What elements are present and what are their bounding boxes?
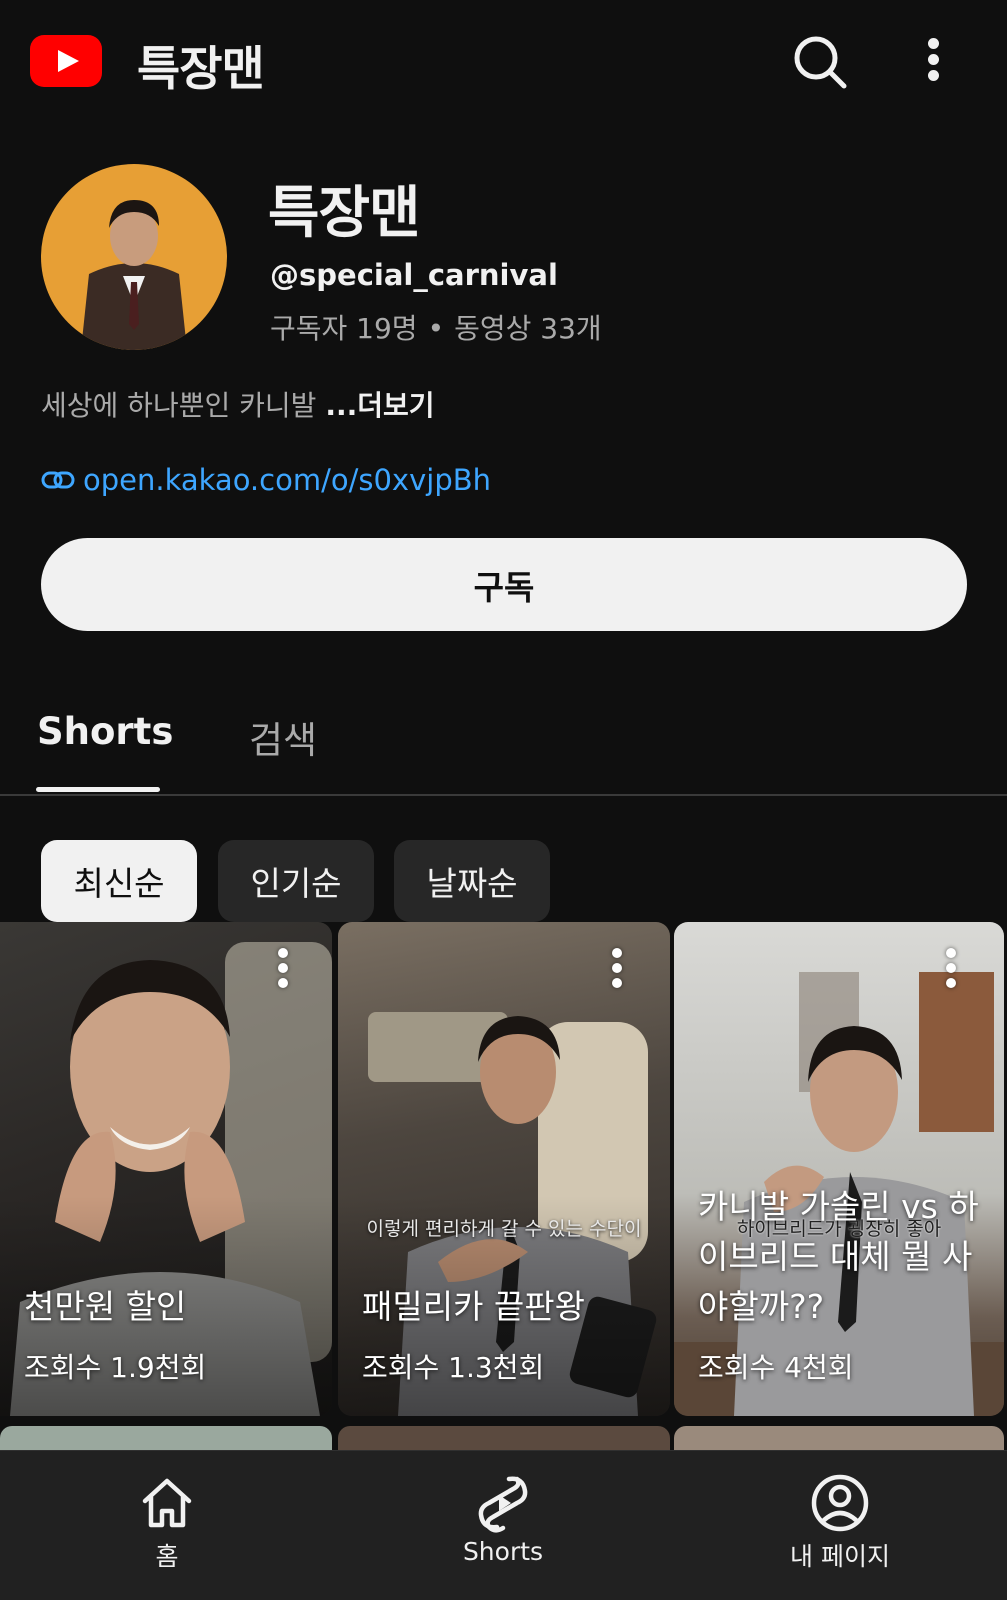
account-icon (811, 1474, 869, 1532)
chip-latest[interactable]: 최신순 (41, 840, 197, 922)
nav-shorts[interactable]: Shorts (403, 1473, 603, 1566)
short-card[interactable]: 이렇게 편리하게 갈 수 있는 수단이 패밀리카 끝판왕 조회수 1.3천회 (338, 922, 670, 1416)
more-vert-icon[interactable] (610, 948, 624, 992)
short-views: 조회수 1.9천회 (24, 1351, 207, 1384)
nav-home-label: 홈 (155, 1542, 179, 1571)
chip-popular[interactable]: 인기순 (218, 840, 374, 922)
home-icon (142, 1478, 192, 1528)
tab-shorts[interactable]: Shorts (37, 710, 173, 753)
short-caption: 이렇게 편리하게 갈 수 있는 수단이 (366, 1218, 642, 1240)
channel-avatar (41, 164, 227, 350)
bottom-navigation: 홈 Shorts 내 페이지 (0, 1450, 1007, 1600)
channel-name: 특장맨 (268, 181, 421, 246)
channel-tabs: Shorts 검색 (0, 690, 1007, 796)
shorts-icon (478, 1476, 528, 1533)
nav-my-page-label: 내 페이지 (790, 1542, 890, 1571)
channel-stats: 구독자 19명 • 동영상 33개 (270, 307, 602, 347)
channel-link[interactable]: open.kakao.com/o/s0xvjpBh (41, 463, 491, 497)
description-text: 세상에 하나뿐인 카니발 (41, 389, 326, 422)
short-title: 카니발 가솔린 vs 하이브리드 대체 뭘 사야할까?? (698, 1187, 979, 1326)
channel-link-text[interactable]: open.kakao.com/o/s0xvjpBh (83, 463, 491, 497)
nav-home[interactable]: 홈 (67, 1473, 267, 1573)
channel-handle: @special_carnival (270, 258, 558, 292)
video-count: 동영상 33개 (454, 312, 602, 345)
short-card[interactable]: 하이브리드가 굉장히 좋아 카니발 가솔린 vs 하이브리드 대체 뭘 사야할까… (674, 922, 1004, 1416)
nav-my-page[interactable]: 내 페이지 (740, 1473, 940, 1573)
chip-oldest[interactable]: 날짜순 (394, 840, 550, 922)
youtube-logo-icon[interactable] (30, 35, 102, 87)
top-bar-title: 특장맨 (137, 42, 265, 97)
short-title: 천만원 할인 (24, 1287, 187, 1326)
more-vert-icon[interactable] (276, 948, 290, 992)
active-tab-indicator (36, 787, 160, 792)
short-views: 조회수 1.3천회 (362, 1351, 545, 1384)
channel-description[interactable]: 세상에 하나뿐인 카니발 ...더보기 (41, 384, 435, 424)
short-views: 조회수 4천회 (698, 1351, 854, 1384)
link-icon (41, 471, 75, 489)
short-title: 패밀리카 끝판왕 (362, 1287, 586, 1326)
more-vert-icon[interactable] (925, 38, 941, 84)
short-card[interactable]: 천만원 할인 조회수 1.9천회 (0, 922, 332, 1416)
search-icon[interactable] (792, 34, 848, 90)
tab-search[interactable]: 검색 (249, 710, 317, 764)
subscribe-button[interactable]: 구독 (41, 538, 967, 631)
stats-separator: • (427, 312, 445, 345)
top-app-bar: 특장맨 (0, 0, 1007, 120)
more-vert-icon[interactable] (944, 948, 958, 992)
subscriber-count: 구독자 19명 (270, 312, 418, 345)
short-thumbnail (674, 972, 1004, 1416)
more-link[interactable]: ...더보기 (325, 389, 434, 422)
nav-shorts-label: Shorts (462, 1537, 544, 1566)
